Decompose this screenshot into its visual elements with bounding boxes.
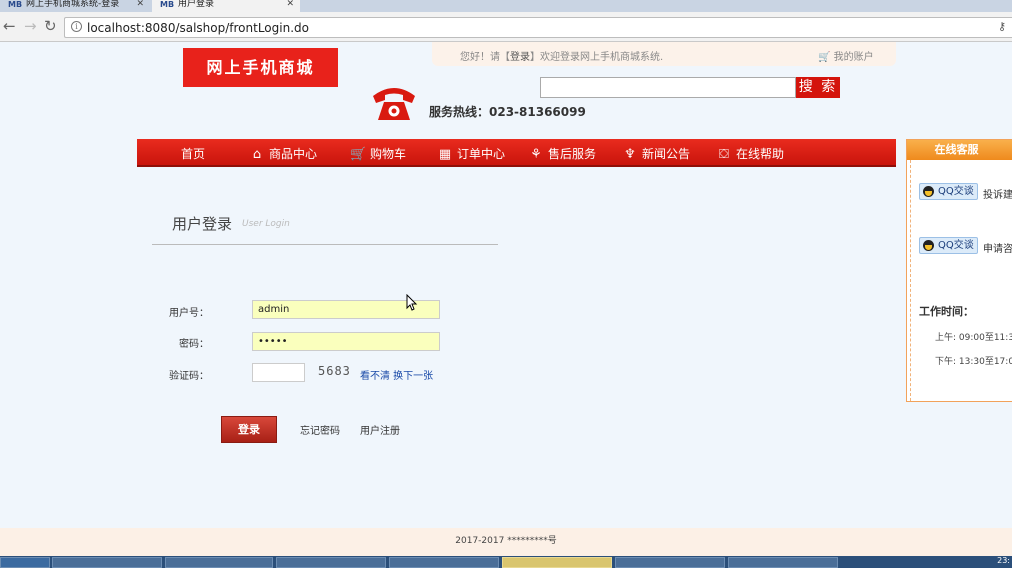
tab-title: 用户登录 <box>178 0 215 9</box>
grid-icon: ▦ <box>438 147 452 162</box>
web-page: 网上手机商城 您好！请【登录】欢迎登录网上手机商城系统. 🛒 我的账户 搜 索 … <box>0 42 1012 556</box>
login-link[interactable]: 登录 <box>510 52 530 63</box>
captcha-image[interactable]: 5683 <box>318 364 351 378</box>
greeting-text: 您好！请【登录】欢迎登录网上手机商城系统. <box>460 52 664 63</box>
nav-help[interactable]: ⛋ 在线帮助 <box>716 145 784 162</box>
nav-after-sales[interactable]: ⚘ 售后服务 <box>528 145 596 162</box>
browser-tab-strip: MB 网上手机商城系统-登录 ✕ MB 用户登录 ✕ <box>0 0 1012 12</box>
start-button[interactable] <box>0 557 50 568</box>
cart-icon: 🛒 <box>350 147 367 162</box>
search-button[interactable]: 搜 索 <box>796 77 840 98</box>
browser-tab-1[interactable]: MB 网上手机商城系统-登录 ✕ <box>0 0 150 12</box>
complaint-suggestion-label: 投诉建议 <box>983 190 1012 201</box>
taskbar-item[interactable] <box>615 557 725 568</box>
qq-chat-button[interactable]: QQ交谈 <box>919 237 978 254</box>
my-account-link[interactable]: 🛒 我的账户 <box>818 48 874 63</box>
taskbar-item[interactable] <box>728 557 838 568</box>
nav-news[interactable]: ♆ 新闻公告 <box>622 145 690 162</box>
service-panel-title: 在线客服 <box>907 140 1012 160</box>
os-taskbar: 23: <box>0 556 1012 568</box>
taskbar-item[interactable] <box>165 557 273 568</box>
forward-icon[interactable]: → <box>24 17 37 35</box>
reload-icon[interactable]: ↻ <box>44 17 57 35</box>
house-icon: ⌂ <box>252 147 262 162</box>
qq-penguin-icon <box>923 186 934 197</box>
login-title: 用户登录 <box>172 215 233 233</box>
page-footer: 2017-2017 *********号 <box>0 528 1012 556</box>
morning-hours: 上午: 09:00至11:30 <box>935 333 1012 343</box>
online-service-panel: 在线客服 QQ交谈 投诉建议 QQ交谈 申请咨询 工作时间： 上午: 09:00… <box>906 139 1012 402</box>
divider <box>152 244 498 245</box>
info-icon[interactable]: i <box>71 21 82 32</box>
address-bar[interactable]: i localhost:8080/salshop/frontLogin.do ⚷ <box>64 17 1012 38</box>
nav-orders[interactable]: ▦ 订单中心 <box>437 145 505 162</box>
qq-chat-button[interactable]: QQ交谈 <box>919 183 978 200</box>
lamp-icon: ♆ <box>624 147 636 162</box>
close-icon[interactable]: ✕ <box>286 0 294 9</box>
search-input[interactable] <box>540 77 796 98</box>
username-label: 用户号： <box>169 308 209 319</box>
login-subtitle: User Login <box>242 219 290 229</box>
afternoon-hours: 下午: 13:30至17:00 <box>935 357 1012 367</box>
password-label: 密码： <box>179 339 209 350</box>
top-info-bar: 您好！请【登录】欢迎登录网上手机商城系统. 🛒 我的账户 <box>432 42 896 66</box>
main-nav: 首页 ⌂ 商品中心 🛒 购物车 ▦ 订单中心 ⚘ 售后服务 ♆ 新闻公告 ⛋ 在线帮助 <box>137 139 896 167</box>
tab-favicon: MB <box>8 0 23 9</box>
service-hotline: 服务热线：023-81366099 <box>429 105 586 119</box>
register-link[interactable]: 用户注册 <box>360 422 400 437</box>
consultation-label: 申请咨询 <box>983 244 1012 255</box>
nav-cart[interactable]: 🛒 购物车 <box>350 145 406 162</box>
address-url[interactable]: localhost:8080/salshop/frontLogin.do <box>87 21 309 35</box>
login-button[interactable]: 登录 <box>221 416 277 443</box>
qq-penguin-icon <box>923 240 934 251</box>
password-input[interactable]: ••••• <box>252 332 440 351</box>
telephone-icon <box>373 88 415 120</box>
captcha-label: 验证码： <box>169 371 209 382</box>
browser-tab-2[interactable]: MB 用户登录 ✕ <box>152 0 300 12</box>
nav-home[interactable]: 首页 <box>181 145 205 162</box>
nav-products[interactable]: ⌂ 商品中心 <box>249 145 317 162</box>
taskbar-item[interactable] <box>52 557 162 568</box>
captcha-input[interactable] <box>252 363 305 382</box>
back-icon[interactable]: ← <box>3 17 16 35</box>
taskbar-item[interactable] <box>276 557 386 568</box>
work-time-title: 工作时间： <box>919 305 974 318</box>
taskbar-clock[interactable]: 23: <box>997 556 1010 565</box>
browser-toolbar: ← → ↻ i localhost:8080/salshop/frontLogi… <box>0 12 1012 42</box>
mouse-cursor-icon <box>406 294 418 311</box>
close-icon[interactable]: ✕ <box>136 0 144 9</box>
tab-favicon: MB <box>160 0 175 9</box>
cart-icon: 🛒 <box>818 52 831 63</box>
service-icon: ⚘ <box>530 147 542 162</box>
taskbar-item[interactable] <box>389 557 499 568</box>
key-icon[interactable]: ⚷ <box>998 20 1006 33</box>
service-panel-body: QQ交谈 投诉建议 QQ交谈 申请咨询 工作时间： 上午: 09:00至11:3… <box>910 160 1012 401</box>
tab-title: 网上手机商城系统-登录 <box>26 0 120 9</box>
refresh-captcha-link[interactable]: 看不清 换下一张 <box>360 367 433 382</box>
gift-icon: ⛋ <box>719 147 729 162</box>
forgot-password-link[interactable]: 忘记密码 <box>300 422 340 437</box>
site-logo[interactable]: 网上手机商城 <box>183 48 338 87</box>
taskbar-item-active[interactable] <box>502 557 612 568</box>
